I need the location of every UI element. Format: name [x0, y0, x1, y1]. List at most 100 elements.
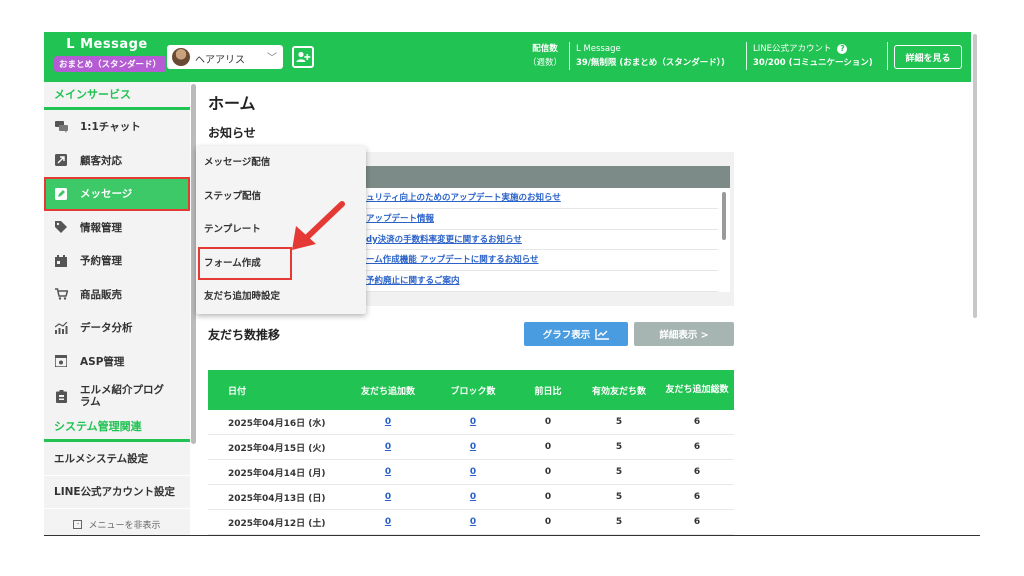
submenu-message-delivery[interactable]: メッセージ配信	[196, 146, 366, 180]
sidebar-item-analytics[interactable]: データ分析	[44, 311, 190, 345]
customer-icon	[54, 153, 68, 167]
calendar-icon	[54, 254, 68, 268]
brand[interactable]: L Message おまとめ（スタンダード）	[54, 37, 167, 72]
cell-blocked-link[interactable]: 0	[470, 417, 476, 427]
cell-blocked[interactable]: 0	[428, 517, 518, 527]
sidebar-item-chat[interactable]: 1:1チャット	[44, 110, 190, 144]
cell-valid: 5	[615, 492, 623, 502]
app-window: L Message おまとめ（スタンダード） ヘアアリス ﹀ 配信数 （週数） …	[44, 32, 972, 536]
add-user-button[interactable]	[292, 46, 314, 68]
cell-blocked-link[interactable]: 0	[470, 517, 476, 527]
header-divider	[746, 42, 747, 70]
cell-total: 6	[693, 492, 701, 502]
cell-added-link[interactable]: 0	[385, 517, 391, 527]
sidebar-item-message[interactable]: メッセージ	[44, 177, 190, 211]
submenu-friend-add-settings[interactable]: 友だち追加時設定	[196, 280, 366, 314]
cell-valid: 5	[615, 417, 623, 427]
cell-added[interactable]: 0	[348, 492, 428, 502]
main-content: ホーム お知らせ 容 ュリティ向上のためのアップデート実施のお知らせ アップデー…	[196, 82, 972, 536]
col-blocked: ブロック数	[450, 386, 496, 397]
cell-total: 6	[693, 467, 701, 477]
sidebar-item-label: 1:1チャット	[80, 121, 141, 134]
cell-valid: 5	[615, 467, 623, 477]
section-main-services: メインサービス	[44, 82, 190, 110]
cell-date: 2025年04月14日 (月)	[228, 468, 326, 479]
sidebar-item-label: メッセージ	[80, 188, 133, 201]
sidebar-item-info[interactable]: 情報管理	[44, 211, 190, 245]
cell-added[interactable]: 0	[348, 417, 428, 427]
sidebar-item-label: データ分析	[80, 322, 133, 335]
window-bottom-edge	[44, 535, 980, 536]
cell-added[interactable]: 0	[348, 467, 428, 477]
page-scrollbar[interactable]	[971, 32, 979, 536]
sidebar-item-asp[interactable]: ASP管理	[44, 345, 190, 379]
cell-blocked-link[interactable]: 0	[470, 442, 476, 452]
sidebar-item-sales[interactable]: 商品販売	[44, 278, 190, 312]
cell-added[interactable]: 0	[348, 442, 428, 452]
cell-added-link[interactable]: 0	[385, 442, 391, 452]
deliveries-info: 配信数 （週数）	[528, 42, 562, 70]
deliveries-period: （週数）	[528, 58, 563, 68]
sidebar-item-customer[interactable]: 顧客対応	[44, 144, 190, 178]
cell-blocked[interactable]: 0	[428, 467, 518, 477]
table-row: 2025年04月13日 (日) 0 0 0 5 6	[208, 485, 734, 510]
line-chart-icon	[595, 328, 610, 340]
account-name: ヘアアリス	[195, 55, 245, 66]
cell-blocked-link[interactable]: 0	[470, 467, 476, 477]
cell-blocked[interactable]: 0	[428, 417, 518, 427]
table-row: 2025年04月15日 (火) 0 0 0 5 6	[208, 435, 734, 460]
cell-date: 2025年04月12日 (土)	[228, 518, 326, 529]
graph-view-button[interactable]: グラフ表示	[524, 322, 628, 346]
cell-diff: 0	[544, 467, 552, 477]
cell-added-link[interactable]: 0	[385, 467, 391, 477]
table-row: 2025年04月16日 (水) 0 0 0 5 6	[208, 410, 734, 435]
badge-icon	[54, 389, 68, 403]
friends-trend-title: 友だち数推移	[208, 328, 281, 342]
cell-added[interactable]: 0	[348, 517, 428, 527]
top-header: L Message おまとめ（スタンダード） ヘアアリス ﹀ 配信数 （週数） …	[44, 32, 972, 82]
cell-diff: 0	[544, 492, 552, 502]
sidebar-item-system-settings[interactable]: エルメシステム設定	[44, 442, 190, 476]
col-date: 日付	[228, 386, 247, 397]
cell-blocked[interactable]: 0	[428, 492, 518, 502]
notice-section-title: お知らせ	[208, 126, 256, 140]
cell-blocked[interactable]: 0	[428, 442, 518, 452]
col-added: 友だち追加数	[360, 386, 415, 397]
sidebar-item-reservation[interactable]: 予約管理	[44, 244, 190, 278]
chevron-down-icon: ﹀	[267, 53, 277, 64]
cell-added-link[interactable]: 0	[385, 492, 391, 502]
sidebar-item-referral[interactable]: エルメ紹介プログラム	[44, 378, 190, 414]
graph-button-label: グラフ表示	[542, 330, 591, 341]
sidebar-item-line-settings[interactable]: LINE公式アカウント設定	[44, 476, 190, 509]
cell-valid: 5	[615, 442, 623, 452]
account-select[interactable]: ヘアアリス ﹀	[167, 45, 283, 69]
sidebar-item-label: 商品販売	[80, 288, 122, 301]
cell-added-link[interactable]: 0	[385, 417, 391, 427]
chat-icon	[54, 120, 68, 134]
detail-view-button[interactable]: 詳細表示 >	[634, 322, 734, 346]
account-avatar	[172, 48, 190, 66]
line-account-info: LINE公式アカウント? 30/200 (コミュニケーション)	[753, 42, 873, 70]
help-icon[interactable]: ?	[837, 43, 848, 54]
collapse-icon: -	[73, 519, 83, 529]
cell-diff: 0	[544, 442, 552, 452]
table-body: 2025年04月16日 (水) 0 0 0 5 6 2025年04月15日 (火) 0 0 0 5 6…	[208, 410, 734, 535]
hide-menu-button[interactable]: - メニューを非表示	[44, 512, 190, 536]
asp-icon	[54, 354, 68, 368]
notice-scroll-thumb[interactable]	[722, 192, 726, 240]
add-user-icon	[296, 51, 311, 62]
view-details-button[interactable]: 詳細を見る	[894, 45, 962, 69]
brand-name: L Message	[66, 37, 148, 52]
table-header-row: 日付 友だち追加数 ブロック数 前日比 有効友だち数 友だち追加総数	[208, 370, 734, 410]
submenu-form-creation[interactable]: フォーム作成	[198, 246, 292, 281]
page-scroll-thumb[interactable]	[973, 34, 977, 318]
line-account-value: 30/200 (コミュニケーション)	[753, 58, 873, 68]
header-divider	[569, 42, 570, 70]
cell-total: 6	[693, 417, 701, 427]
section-system: システム管理関連	[44, 414, 190, 442]
service-value: 39/無制限 (おまとめ（スタンダード）)	[576, 58, 725, 68]
cell-blocked-link[interactable]: 0	[470, 492, 476, 502]
page-title: ホーム	[208, 94, 256, 113]
tag-icon	[54, 220, 68, 234]
notice-scrollbar[interactable]	[718, 188, 730, 292]
